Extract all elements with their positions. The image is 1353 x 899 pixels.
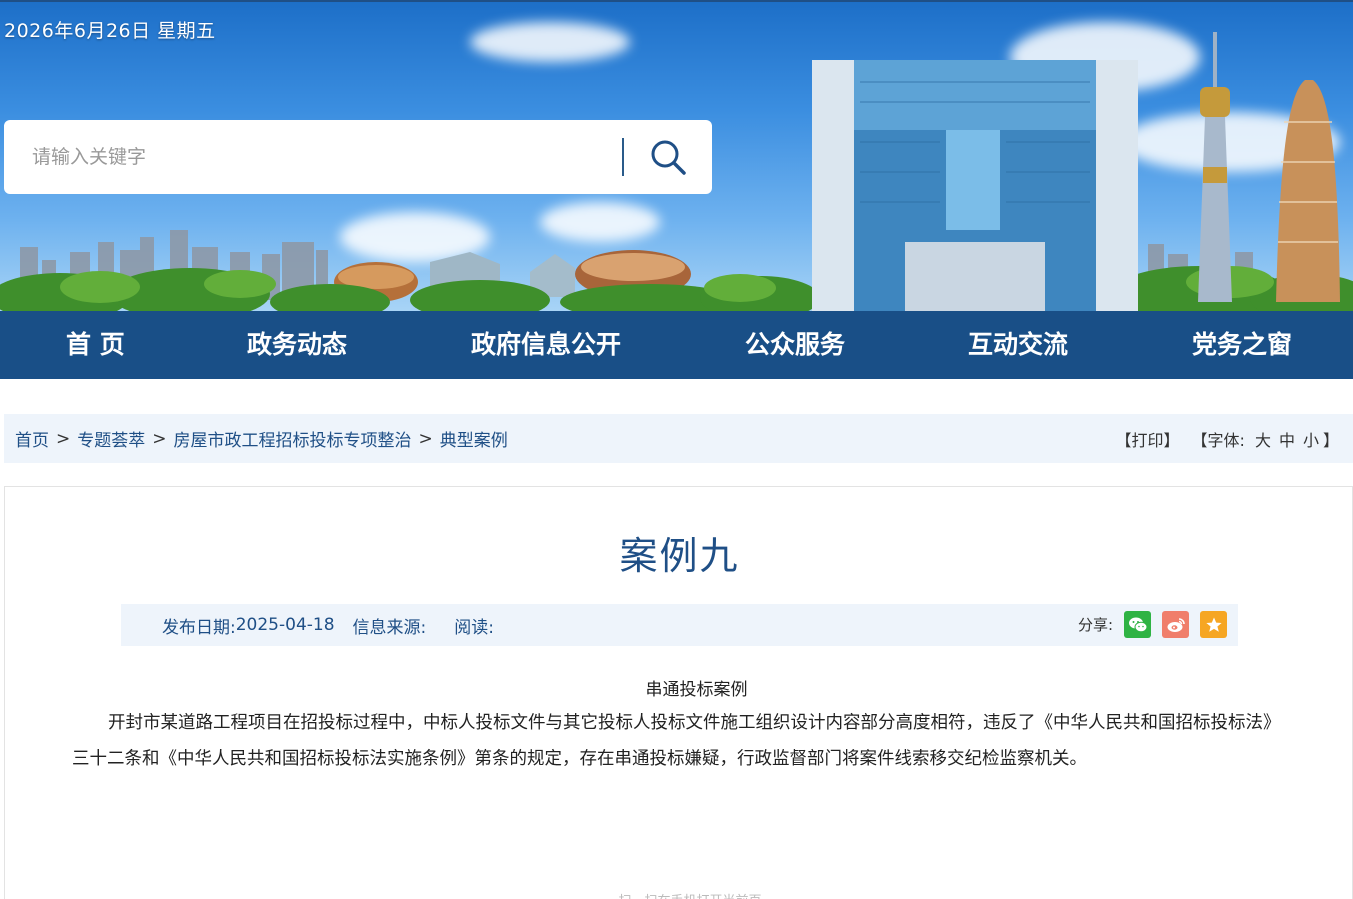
article-title: 案例九 bbox=[619, 534, 740, 578]
font-size-close: 】 bbox=[1322, 430, 1339, 450]
header-banner: 2026年6月26日 星期五 bbox=[0, 0, 1353, 311]
breadcrumb-separator: > bbox=[152, 428, 167, 449]
nav-government-news[interactable]: 政务动态 bbox=[247, 311, 347, 379]
qr-scan-hint: 扫一扫在手机打开当前页 bbox=[5, 890, 1353, 899]
share-label: 分享: bbox=[1077, 616, 1113, 634]
breadcrumb-separator: > bbox=[418, 428, 433, 449]
nav-home[interactable]: 首 页 bbox=[66, 311, 125, 379]
share-wechat-button[interactable] bbox=[1124, 611, 1151, 638]
print-button[interactable]: 【打印】 bbox=[1116, 427, 1180, 451]
breadcrumb-bar: 首页 > 专题荟萃 > 房屋市政工程招标投标专项整治 > 典型案例 【打印】 【… bbox=[4, 414, 1353, 463]
nav-info-disclosure[interactable]: 政府信息公开 bbox=[471, 311, 621, 379]
article-container: 案例九 发布日期: 2025-04-18 信息来源: 阅读: 分享: 串通投标案… bbox=[4, 486, 1353, 899]
share-group: 分享: bbox=[1078, 611, 1227, 638]
breadcrumb-special-topics[interactable]: 专题荟萃 bbox=[77, 426, 145, 451]
article-meta-bar: 发布日期: 2025-04-18 信息来源: 阅读: 分享: bbox=[121, 604, 1238, 646]
main-nav: 首 页 政务动态 政府信息公开 公众服务 互动交流 党务之窗 bbox=[0, 311, 1353, 379]
search-input[interactable] bbox=[32, 137, 622, 177]
share-favorite-button[interactable] bbox=[1200, 611, 1227, 638]
article-subheading: 串通投标案例 bbox=[645, 680, 748, 700]
favorite-star-icon bbox=[1205, 617, 1222, 632]
font-size-medium[interactable]: 中 bbox=[1279, 427, 1295, 451]
font-size-label: 【字体: bbox=[1191, 430, 1245, 450]
current-date: 2026年6月26日 星期五 bbox=[4, 20, 216, 42]
font-size-large[interactable]: 大 bbox=[1255, 427, 1271, 451]
font-size-small[interactable]: 小 bbox=[1303, 427, 1319, 451]
breadcrumb-separator: > bbox=[56, 428, 71, 449]
publish-date-value: 2025-04-18 bbox=[235, 615, 335, 635]
wechat-icon bbox=[1128, 617, 1147, 632]
nav-interaction[interactable]: 互动交流 bbox=[968, 311, 1068, 379]
weibo-icon bbox=[1167, 617, 1185, 632]
share-weibo-button[interactable] bbox=[1162, 611, 1189, 638]
publish-date-label: 发布日期: bbox=[162, 617, 236, 638]
breadcrumb-typical-cases[interactable]: 典型案例 bbox=[440, 426, 508, 451]
search-box bbox=[4, 120, 712, 194]
article-body-paragraph: 开封市某道路工程项目在招投标过程中，中标人投标文件与其它投标人投标文件施工组织设… bbox=[72, 713, 1281, 769]
info-source-label: 信息来源: bbox=[352, 617, 427, 638]
read-count-label: 阅读: bbox=[454, 617, 494, 638]
nav-public-services[interactable]: 公众服务 bbox=[745, 311, 845, 379]
search-icon bbox=[651, 140, 686, 175]
page-tools: 【打印】 【字体: 大 中 小 】 bbox=[1116, 414, 1339, 463]
nav-party-affairs[interactable]: 党务之窗 bbox=[1192, 311, 1292, 379]
breadcrumb-bidding-rectification[interactable]: 房屋市政工程招标投标专项整治 bbox=[174, 426, 412, 451]
breadcrumb-home[interactable]: 首页 bbox=[15, 426, 49, 451]
breadcrumb: 首页 > 专题荟萃 > 房屋市政工程招标投标专项整治 > 典型案例 bbox=[15, 426, 508, 452]
search-button[interactable] bbox=[624, 120, 712, 194]
